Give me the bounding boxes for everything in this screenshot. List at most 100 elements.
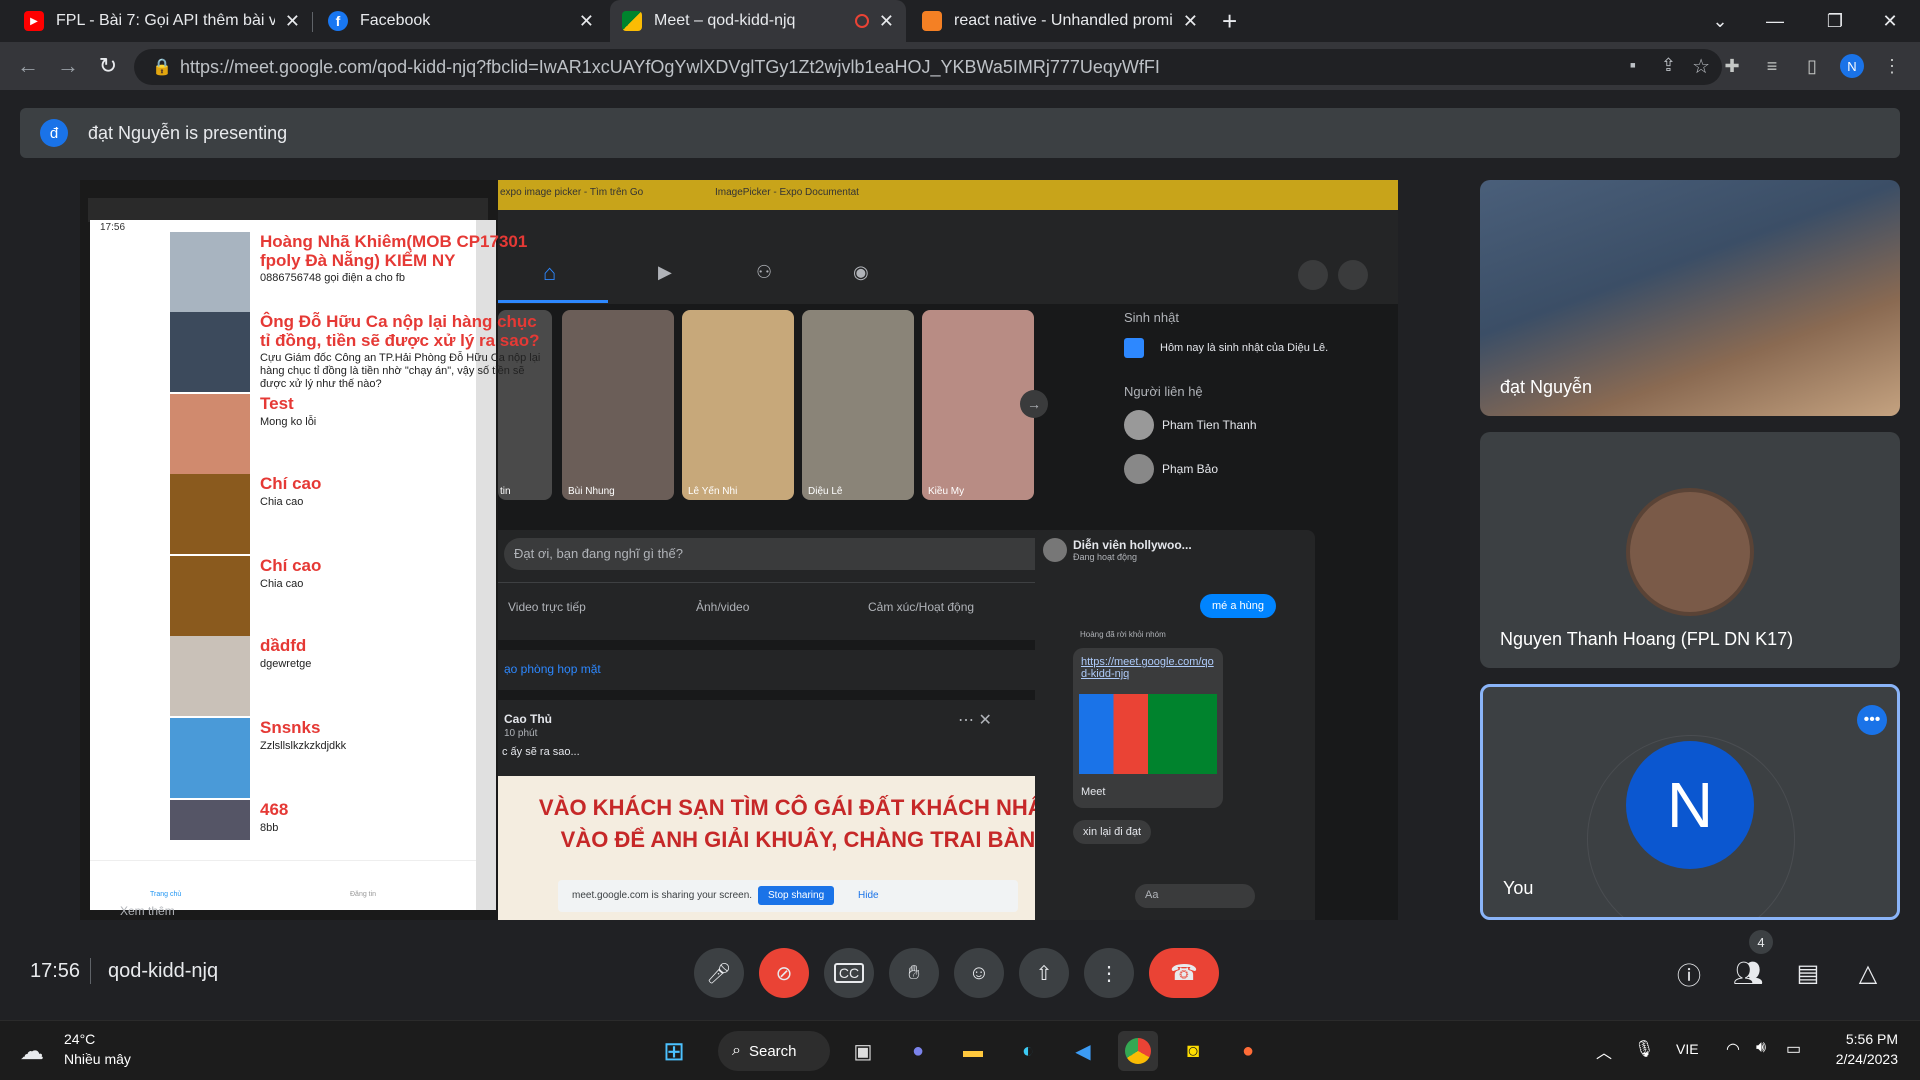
microphone-button[interactable]: 🎤︎ <box>694 948 744 998</box>
meet-icon <box>622 11 642 31</box>
browser-toolbar: ← → ↻ 🔒 https://meet.google.com/qod-kidd… <box>0 42 1920 90</box>
tab-stackoverflow[interactable]: react native - Unhandled promise ✕ <box>910 0 1210 42</box>
emoji-icon: ☺ <box>968 961 990 984</box>
new-tab-button[interactable]: + <box>1222 6 1237 37</box>
minimize-icon[interactable]: — <box>1745 0 1805 42</box>
clock-time[interactable]: 5:56 PM <box>1826 1031 1898 1047</box>
side-panel-icon[interactable]: ▯ <box>1796 50 1828 82</box>
windows-taskbar: ☁ 24°C Nhiều mây ⊞ ⌕ Search ▣ ● ▬ ◐ ◀ ◙ … <box>0 1020 1920 1080</box>
hide-button[interactable]: Hide <box>858 890 879 901</box>
battery-icon[interactable]: ▭ <box>1786 1039 1801 1059</box>
tray-chevron-icon[interactable]: ︿ <box>1596 1039 1612 1063</box>
windows-start-icon[interactable]: ⊞ <box>654 1031 694 1071</box>
teams-chat-icon[interactable]: ● <box>898 1031 938 1071</box>
present-button[interactable]: ⇧ <box>1019 948 1069 998</box>
address-bar[interactable]: 🔒 https://meet.google.com/qod-kidd-njq?f… <box>134 49 1722 85</box>
more-options-icon[interactable]: ••• <box>1857 705 1887 735</box>
volume-icon[interactable]: 🔊︎ <box>1756 1039 1766 1057</box>
leave-call-button[interactable]: ☎︎ <box>1149 948 1219 998</box>
chat-icon[interactable]: ▤ <box>1787 952 1829 994</box>
app-icon[interactable]: ◙ <box>1173 1031 1213 1071</box>
forward-icon[interactable]: → <box>52 50 84 82</box>
stories-next-icon: → <box>1020 390 1048 418</box>
tab-title: Meet – qod-kidd-njq <box>654 12 796 29</box>
fb-watch-icon: ▶ <box>658 262 672 282</box>
list-item[interactable]: Snsnks Zzlsllslkzkzkdjdkk <box>170 718 550 798</box>
list-item[interactable]: Hoàng Nhã Khiêm(MOB CP17301 fpoly Đà Nẵn… <box>170 232 550 312</box>
tab-post[interactable]: Đăng tin <box>350 891 376 898</box>
meeting-info-icon[interactable]: ⓘ <box>1668 952 1710 994</box>
activities-icon[interactable]: △ <box>1847 952 1889 994</box>
people-icon[interactable]: 👥︎ <box>1727 952 1769 994</box>
tab-home[interactable]: Trang chủ <box>150 891 181 898</box>
tab-strip: ▶ FPL - Bài 7: Gọi API thêm bài viết ✕ f… <box>0 0 1920 42</box>
list-item[interactable]: 468 8bb <box>170 800 550 840</box>
profile-avatar[interactable]: N <box>1836 50 1868 82</box>
camera-icon[interactable]: ▪ <box>1630 55 1636 76</box>
chrome-icon[interactable] <box>1118 1031 1158 1071</box>
close-tab-icon[interactable]: ✕ <box>579 11 594 32</box>
tab-facebook[interactable]: f Facebook ✕ <box>316 0 606 42</box>
stackoverflow-icon <box>922 11 942 31</box>
inner-tab-2: ImagePicker - Expo Documentat <box>715 187 859 198</box>
lock-icon: 🔒 <box>152 59 172 76</box>
postman-icon[interactable]: ● <box>1228 1031 1268 1071</box>
participant-tile-hoang[interactable]: Nguyen Thanh Hoang (FPL DN K17) <box>1480 432 1900 668</box>
extensions-icon[interactable]: ✚ <box>1716 50 1748 82</box>
participant-tile-dat[interactable]: đạt Nguyễn <box>1480 180 1900 416</box>
bookmark-star-icon[interactable]: ☆ <box>1692 54 1710 79</box>
list-item[interactable]: Chí cao Chia cao <box>170 474 550 554</box>
you-avatar: N <box>1626 741 1754 869</box>
fb-groups-icon: ⚇ <box>756 262 773 282</box>
tab-search-icon[interactable]: ⌄ <box>1690 0 1750 42</box>
participant-avatar <box>1626 488 1754 616</box>
weather-temp: 24°C <box>64 1031 96 1047</box>
tab-title: FPL - Bài 7: Gọi API thêm bài viết <box>56 12 275 29</box>
close-tab-icon[interactable]: ✕ <box>285 11 300 32</box>
restore-icon[interactable]: ❐ <box>1805 0 1865 42</box>
participant-tile-you[interactable]: N ••• You <box>1480 684 1900 920</box>
sharing-notice: meet.google.com is sharing your screen. … <box>558 880 1018 912</box>
tab-meet[interactable]: Meet – qod-kidd-njq ✕ <box>610 0 906 42</box>
list-item[interactable]: Ông Đỗ Hữu Ca nộp lại hàng chục tỉ đồng,… <box>170 312 550 392</box>
taskbar-search[interactable]: ⌕ Search <box>718 1031 830 1071</box>
captions-icon: CC <box>833 963 865 983</box>
stop-sharing-button[interactable]: Stop sharing <box>758 886 835 905</box>
meet-logo-icon <box>1079 694 1217 774</box>
search-icon: ⌕ <box>732 1042 741 1059</box>
camera-off-button[interactable]: ⊘ <box>759 948 809 998</box>
fb-nav: ⌂ ▶ ⚇ ◉ <box>498 248 1398 304</box>
list-item[interactable]: dầdfd dgewretge <box>170 636 550 716</box>
tray-mic-icon[interactable]: 🎙︎ <box>1634 1039 1654 1059</box>
fb-composer: Đạt ơi, bạn đang nghĩ gì thế? Video trực… <box>498 530 1098 640</box>
hand-icon: ✋︎ <box>908 961 920 984</box>
tab-title: react native - Unhandled promise <box>954 12 1173 29</box>
tab-youtube[interactable]: ▶ FPL - Bài 7: Gọi API thêm bài viết ✕ <box>12 0 312 42</box>
wifi-icon[interactable]: ◠ <box>1726 1039 1740 1059</box>
emoji-button[interactable]: ☺ <box>954 948 1004 998</box>
inner-tab-1: expo image picker - Tìm trên Go <box>500 187 644 198</box>
clock-date[interactable]: 2/24/2023 <box>1826 1051 1898 1067</box>
presenting-banner: đ đạt Nguyễn is presenting <box>20 108 1900 158</box>
window-close-icon[interactable]: ✕ <box>1860 0 1920 42</box>
more-options-button[interactable]: ⋮ <box>1084 948 1134 998</box>
captions-button[interactable]: CC <box>824 948 874 998</box>
reload-icon[interactable]: ↻ <box>92 50 124 82</box>
file-explorer-icon[interactable]: ▬ <box>953 1031 993 1071</box>
back-icon[interactable]: ← <box>12 50 44 82</box>
list-item[interactable]: Chí cao Chia cao <box>170 556 550 636</box>
menu-icon[interactable]: ⋮ <box>1876 50 1908 82</box>
language-indicator[interactable]: VIE <box>1676 1041 1699 1057</box>
participant-name: đạt Nguyễn <box>1500 377 1593 397</box>
share-icon[interactable]: ⇪ <box>1661 55 1676 76</box>
vscode-icon[interactable]: ◀ <box>1063 1031 1103 1071</box>
edge-icon[interactable]: ◐ <box>1008 1031 1048 1071</box>
list-item[interactable]: Test Mong ko lỗi <box>170 394 550 474</box>
close-tab-icon[interactable]: ✕ <box>1183 11 1198 32</box>
raise-hand-button[interactable]: ✋︎ <box>889 948 939 998</box>
media-queue-icon[interactable]: ≡ <box>1756 50 1788 82</box>
emulator-header <box>88 198 488 222</box>
close-tab-icon[interactable]: ✕ <box>879 11 894 32</box>
shared-screen: expo image picker - Tìm trên Go ImagePic… <box>80 180 1398 920</box>
task-view-icon[interactable]: ▣ <box>843 1031 883 1071</box>
